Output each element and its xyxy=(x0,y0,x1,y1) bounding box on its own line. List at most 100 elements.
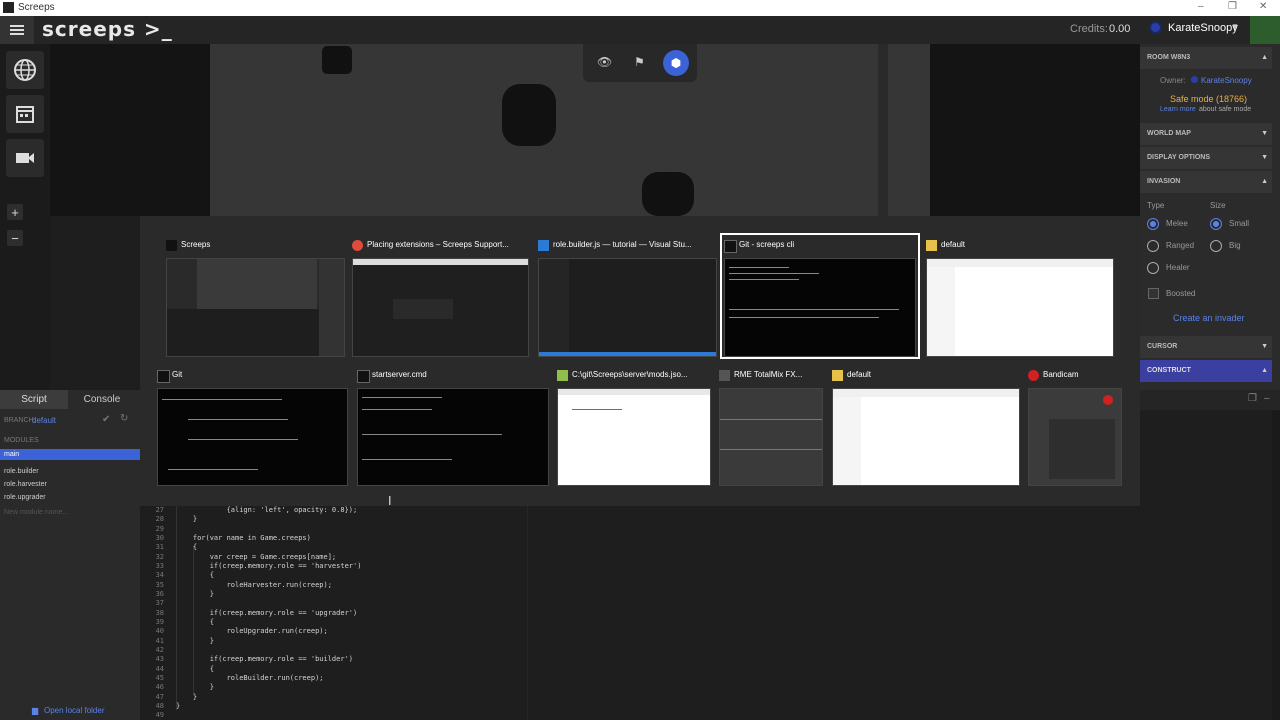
chrome-icon xyxy=(352,240,363,251)
calendar-icon xyxy=(16,106,34,123)
line-number: 27 xyxy=(155,506,164,514)
caret-down-icon: ▼ xyxy=(1261,154,1268,161)
learn-more-link[interactable]: Learn more xyxy=(1160,106,1196,113)
cursor-title: CURSOR xyxy=(1147,343,1178,350)
line-number: 39 xyxy=(155,618,164,626)
flag-icon[interactable]: ⚑ xyxy=(634,55,645,69)
healer-label: Healer xyxy=(1166,263,1190,272)
minimize-icon[interactable]: – xyxy=(1264,393,1270,404)
window-thumbnail xyxy=(352,258,529,357)
healer-radio[interactable] xyxy=(1147,262,1159,274)
window-thumbnail xyxy=(719,388,823,486)
module-item[interactable]: role.harvester xyxy=(0,479,140,490)
code-line: if(creep.memory.role == 'builder') xyxy=(176,655,354,663)
owner-link[interactable]: KarateSnoopy xyxy=(1201,76,1252,85)
small-radio[interactable] xyxy=(1210,218,1222,230)
credits-value: 0.00 xyxy=(1109,23,1131,35)
world-button[interactable] xyxy=(6,51,44,89)
safe-mode-text: Safe mode (18766) xyxy=(1170,94,1248,104)
caret-down-icon: ▼ xyxy=(1261,130,1268,137)
boosted-checkbox[interactable] xyxy=(1148,288,1159,299)
code-line: var creep = Game.creeps[name]; xyxy=(176,553,337,561)
editor-scrollbar[interactable] xyxy=(1272,410,1280,720)
text-cursor-icon: Ⅰ xyxy=(388,494,392,508)
invasion-header[interactable]: INVASION ▲ xyxy=(1140,171,1272,193)
caret-up-icon: ▲ xyxy=(1261,178,1268,185)
world-map-header[interactable]: WORLD MAP ▼ xyxy=(1140,123,1272,145)
new-module-input[interactable]: New module name... xyxy=(4,509,68,516)
room-section-header[interactable]: ROOM W8N3 ▲ xyxy=(1140,47,1272,69)
window-card-title: C:\git\Screeps\server\mods.jso... xyxy=(572,370,688,379)
room-edge xyxy=(878,44,888,216)
code-line: { xyxy=(176,571,214,579)
refresh-icon[interactable]: ↻ xyxy=(120,413,128,424)
ranged-radio[interactable] xyxy=(1147,240,1159,252)
menu-button[interactable] xyxy=(0,16,34,44)
window-thumbnail xyxy=(1028,388,1122,486)
window-thumbnail xyxy=(157,388,348,486)
create-invader-link[interactable]: Create an invader xyxy=(1173,313,1245,323)
maximize-icon[interactable]: ❐ xyxy=(1248,393,1257,404)
line-number: 32 xyxy=(155,553,164,561)
check-icon[interactable]: ✔ xyxy=(102,414,110,425)
hamburger-icon xyxy=(10,25,24,35)
replay-button[interactable] xyxy=(6,139,44,177)
window-thumbnail xyxy=(357,388,549,486)
cube-icon[interactable]: ⬢ xyxy=(663,50,689,76)
module-item[interactable]: role.builder xyxy=(0,466,140,477)
display-options-header[interactable]: DISPLAY OPTIONS ▼ xyxy=(1140,147,1272,169)
line-number: 48 xyxy=(155,702,164,710)
code-line: } xyxy=(176,637,214,645)
folder-icon: ▆ xyxy=(32,706,39,715)
line-number: 46 xyxy=(155,683,164,691)
open-local-folder-link[interactable]: Open local folder xyxy=(44,706,104,715)
eye-icon[interactable]: 👁 xyxy=(597,55,612,69)
tab-script[interactable]: Script xyxy=(0,390,68,409)
line-number: 31 xyxy=(155,543,164,551)
window-card-title: role.builder.js — tutorial — Visual Stu.… xyxy=(553,240,692,249)
code-line: } xyxy=(176,515,198,523)
construct-header[interactable]: CONSTRUCT ▲ xyxy=(1140,360,1272,382)
screeps-icon xyxy=(166,240,177,251)
notepad-icon xyxy=(557,370,568,381)
branch-select[interactable]: default xyxy=(32,416,56,425)
user-menu[interactable]: KarateSnoopy xyxy=(1168,22,1238,34)
terminal-icon xyxy=(724,240,737,253)
line-number: 43 xyxy=(155,655,164,663)
code-line: roleHarvester.run(creep); xyxy=(176,581,332,589)
window-title-bar: Screeps – ❐ ✕ xyxy=(0,0,1280,16)
cursor-header[interactable]: CURSOR ▼ xyxy=(1140,336,1272,358)
maximize-button[interactable]: ❐ xyxy=(1228,1,1237,12)
caret-up-icon: ▲ xyxy=(1261,54,1268,61)
window-thumbnail xyxy=(557,388,711,486)
melee-radio[interactable] xyxy=(1147,218,1159,230)
code-line: { xyxy=(176,665,214,673)
screeps-logo[interactable]: screeps >_ xyxy=(42,17,173,41)
big-radio[interactable] xyxy=(1210,240,1222,252)
folder-icon xyxy=(926,240,937,251)
line-number: 37 xyxy=(155,599,164,607)
minimize-button[interactable]: – xyxy=(1198,1,1204,12)
window-thumbnail xyxy=(926,258,1114,357)
zoom-in-button[interactable]: + xyxy=(7,204,23,220)
module-item[interactable]: main xyxy=(0,449,140,460)
line-number: 45 xyxy=(155,674,164,682)
module-item[interactable]: role.upgrader xyxy=(0,492,140,503)
code-line: { xyxy=(176,618,214,626)
tab-console[interactable]: Console xyxy=(68,390,136,409)
line-number: 28 xyxy=(155,515,164,523)
zoom-out-button[interactable]: − xyxy=(7,230,23,246)
credits-label: Credits: xyxy=(1070,23,1108,35)
avatar[interactable] xyxy=(1149,21,1162,34)
wall-terrain xyxy=(642,172,694,216)
caret-down-icon[interactable]: ▼ xyxy=(1231,22,1239,31)
window-card-title: Placing extensions – Screeps Support... xyxy=(367,240,509,249)
green-menu-button[interactable] xyxy=(1250,16,1280,44)
folder-icon xyxy=(832,370,843,381)
code-line: {align: 'left', opacity: 0.8}); xyxy=(176,506,358,514)
window-thumbnail xyxy=(724,258,916,357)
close-button[interactable]: ✕ xyxy=(1259,1,1267,12)
vscode-icon xyxy=(538,240,549,251)
overview-button[interactable] xyxy=(6,95,44,133)
caret-up-icon: ▲ xyxy=(1261,367,1268,374)
